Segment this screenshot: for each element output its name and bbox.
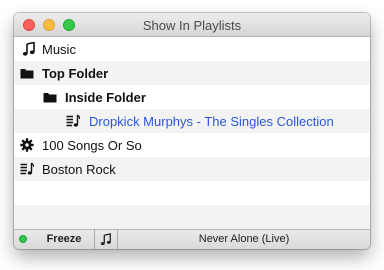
show-in-playlists-window: Show In Playlists Music Top Folder Insid… (14, 13, 370, 249)
window-title: Show In Playlists (142, 18, 242, 33)
playlist-row-100-songs-or-so[interactable]: 100 Songs Or So (14, 133, 370, 157)
title-bar[interactable]: Show In Playlists (14, 13, 370, 37)
status-indicator-dot (19, 235, 27, 243)
playlist-list: Music Top Folder Inside Folder Dropkick … (14, 37, 370, 229)
playlist-label: Top Folder (42, 66, 109, 81)
playlist-row-boston-rock[interactable]: Boston Rock (14, 157, 370, 181)
music-note-icon (100, 233, 111, 246)
playlist-row-inside-folder[interactable]: Inside Folder (14, 85, 370, 109)
playlist-label: Dropkick Murphys - The Singles Collectio… (89, 114, 334, 129)
smart-playlist-gear-icon (20, 138, 34, 152)
freeze-button[interactable]: Freeze (34, 230, 94, 249)
music-note-button[interactable] (95, 230, 117, 249)
playlist-icon (20, 162, 34, 175)
playlist-label: Boston Rock (42, 162, 116, 177)
playlist-row-dropkick-murphys[interactable]: Dropkick Murphys - The Singles Collectio… (14, 109, 370, 133)
playlist-label: Music (42, 42, 76, 57)
playlist-row-top-folder[interactable]: Top Folder (14, 61, 370, 85)
playlist-label: Inside Folder (65, 90, 146, 105)
playlist-icon (66, 114, 80, 127)
empty-row (14, 205, 370, 229)
folder-icon (20, 69, 34, 79)
playlist-label: 100 Songs Or So (42, 138, 142, 153)
playlist-row-music[interactable]: Music (14, 37, 370, 61)
now-playing-track: Never Alone (Live) (198, 233, 290, 245)
music-note-icon (22, 42, 35, 56)
folder-icon (43, 93, 57, 103)
empty-row (14, 181, 370, 205)
status-bar: Freeze Never Alone (Live) (14, 229, 370, 249)
